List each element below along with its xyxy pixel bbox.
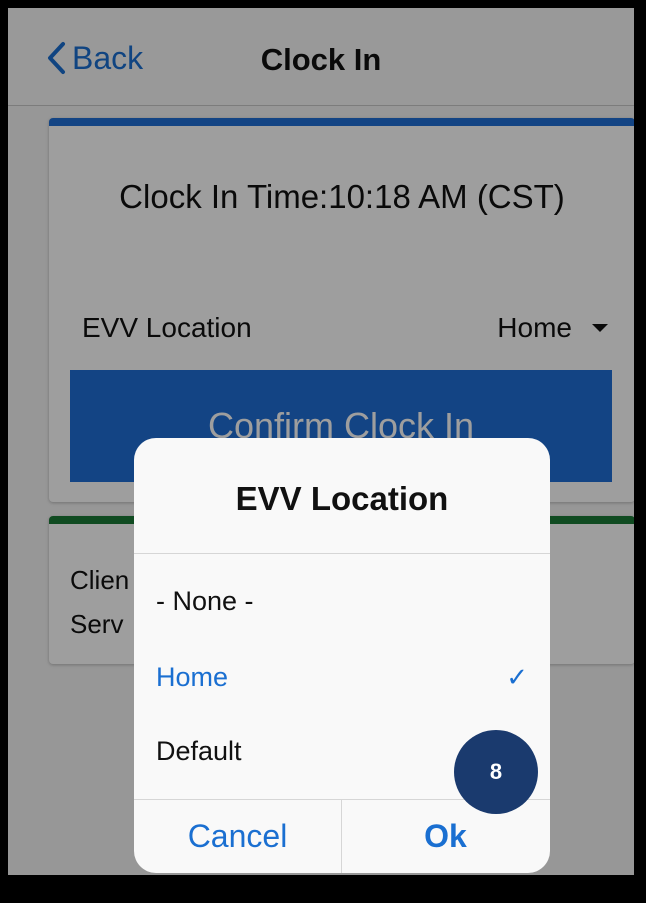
step-badge: 8 bbox=[454, 730, 538, 814]
checkmark-icon: ✓ bbox=[506, 662, 528, 692]
ok-button[interactable]: Ok bbox=[342, 800, 549, 873]
option-none[interactable]: - None - bbox=[156, 572, 528, 632]
option-home[interactable]: Home ✓ bbox=[156, 648, 528, 708]
dialog-title: EVV Location bbox=[235, 480, 449, 517]
option-label: - None - bbox=[156, 586, 254, 616]
app-screen: Back Clock In Clock In Time:10:18 AM (CS… bbox=[8, 8, 634, 875]
option-label: Default bbox=[156, 736, 242, 766]
divider bbox=[134, 553, 550, 554]
option-label: Home bbox=[156, 662, 229, 692]
cancel-button[interactable]: Cancel bbox=[134, 800, 341, 873]
